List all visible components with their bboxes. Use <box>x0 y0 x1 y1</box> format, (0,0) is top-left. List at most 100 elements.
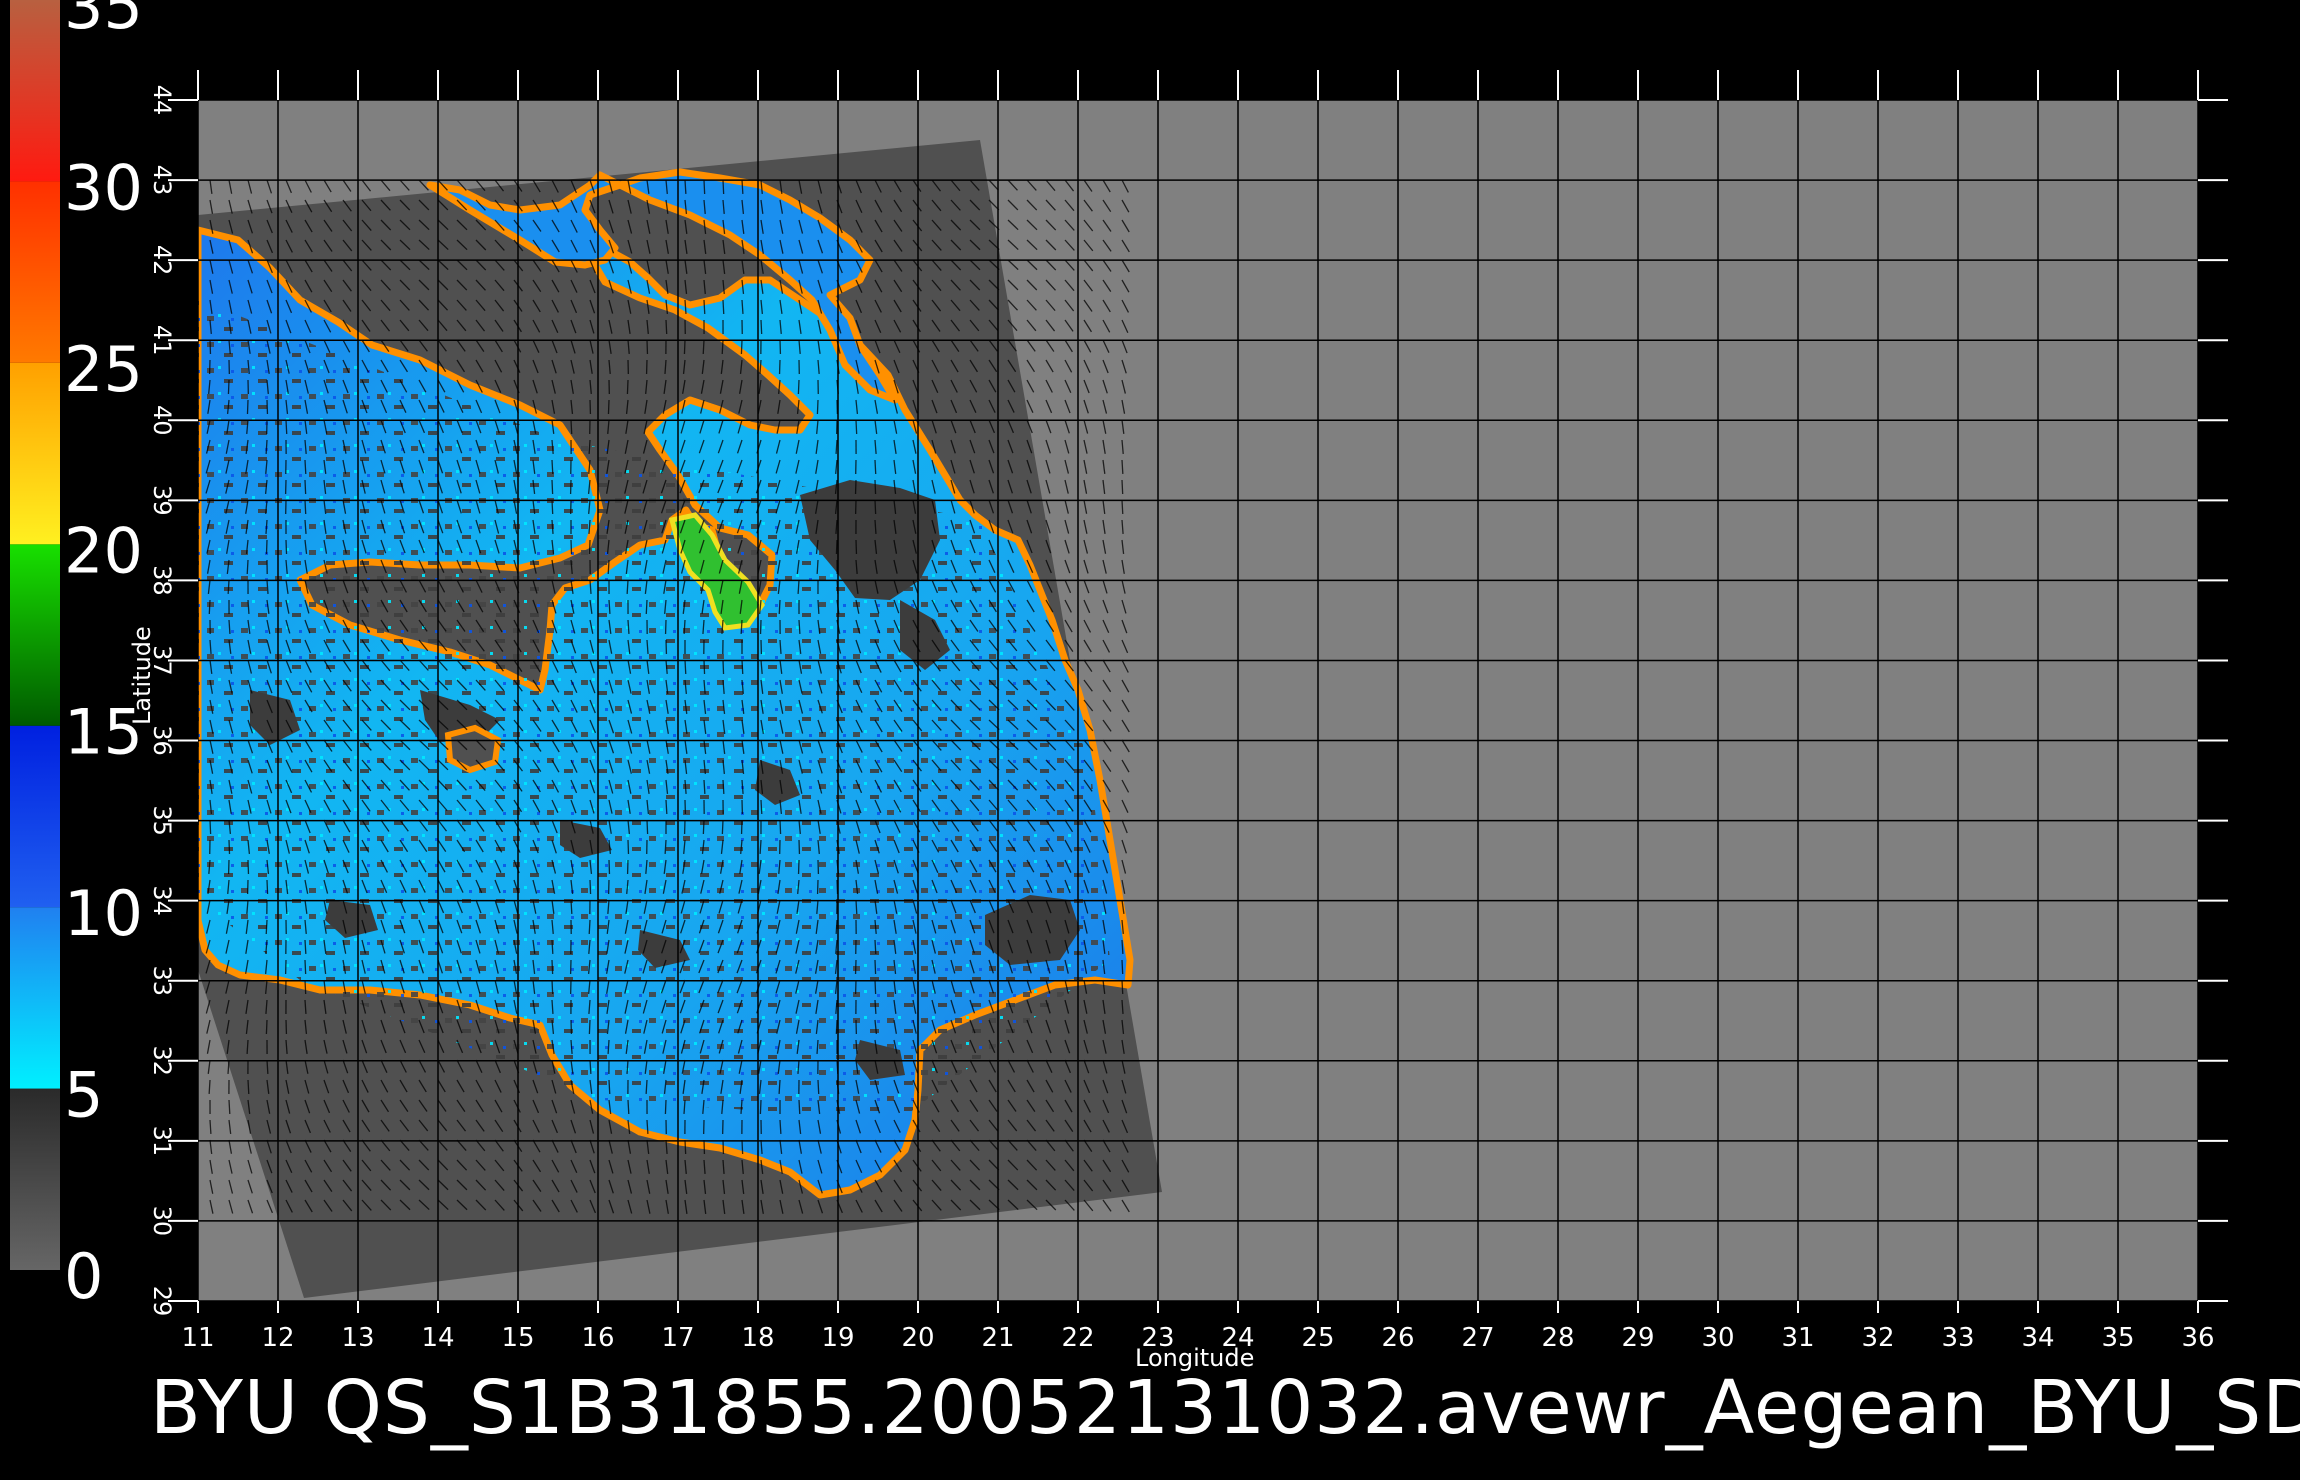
x-tick-label: 15 <box>501 1323 534 1353</box>
wind-vector <box>683 619 686 635</box>
y-tick-label: 29 <box>148 1286 176 1317</box>
wind-vector <box>265 439 268 455</box>
x-tick-label: 13 <box>341 1323 374 1353</box>
wind-vector <box>208 599 211 615</box>
colorbar-band <box>10 544 60 726</box>
wind-vector <box>266 1059 269 1075</box>
x-tick-label: 35 <box>2101 1323 2134 1353</box>
wind-vector <box>835 1019 838 1035</box>
wind-vector <box>664 1099 667 1115</box>
wind-vector <box>551 959 554 975</box>
wind-vector <box>570 419 573 435</box>
wind-vector <box>759 1099 762 1115</box>
wind-vector <box>551 499 554 515</box>
colorbar-label: 0 <box>64 1240 103 1313</box>
x-tick-label: 19 <box>821 1323 854 1353</box>
wind-vector <box>285 419 288 435</box>
map-figure: 35302520151050 11 12 13 14 15 16 17 18 1… <box>10 0 2228 1353</box>
y-tick-label: 31 <box>148 1126 176 1157</box>
wind-vector <box>664 839 667 855</box>
wind-vector <box>265 1019 268 1035</box>
wind-vector <box>779 819 782 835</box>
wind-vector <box>721 339 724 355</box>
x-tick-label: 32 <box>1861 1323 1894 1353</box>
wind-vector <box>1121 459 1124 475</box>
y-tick-label: 42 <box>148 245 176 276</box>
wind-vector <box>797 379 800 395</box>
wind-vector <box>646 819 649 835</box>
wind-vector <box>760 319 763 335</box>
x-tick-label: 29 <box>1621 1323 1654 1353</box>
wind-vector <box>551 979 554 995</box>
y-tick-label: 36 <box>148 725 176 756</box>
wind-vector <box>760 799 763 815</box>
wind-vector <box>588 1019 591 1035</box>
wind-vector <box>702 339 705 355</box>
colorbar-band <box>10 907 60 1089</box>
wind-vector <box>570 539 573 555</box>
wind-vector <box>645 1079 648 1095</box>
wind-vector <box>740 339 743 355</box>
y-tick-label: 35 <box>148 805 176 836</box>
wind-vector <box>874 939 877 955</box>
wind-vector <box>798 1099 801 1115</box>
colorbar-label: 5 <box>64 1059 103 1132</box>
wind-vector <box>665 799 668 815</box>
colorbar-band <box>10 181 60 363</box>
colorbar-label: 25 <box>64 333 143 406</box>
wind-vector <box>759 839 762 855</box>
wind-vector <box>722 299 725 315</box>
wind-vector <box>816 399 819 415</box>
wind-vector <box>874 479 877 495</box>
wind-vector <box>797 579 800 595</box>
wind-vector <box>740 619 743 635</box>
wind-vector <box>874 999 877 1015</box>
wind-vector <box>722 659 725 675</box>
wind-vector <box>741 659 744 675</box>
wind-vector <box>589 879 592 895</box>
wind-vector <box>684 179 687 195</box>
wind-vector <box>304 479 307 495</box>
colorbar-band <box>10 362 60 545</box>
figure-title: BYU QS_S1B31855.20052131032.avewr_Aegean… <box>150 1365 2300 1451</box>
x-tick-label: 31 <box>1781 1323 1814 1353</box>
y-axis-label: Latitude <box>128 626 156 725</box>
wind-vector <box>588 919 591 935</box>
x-tick-label: 34 <box>2021 1323 2054 1353</box>
wind-vector <box>721 819 724 835</box>
wind-vector <box>304 459 307 475</box>
wind-vector <box>817 1079 820 1095</box>
wind-vector <box>874 459 877 475</box>
wind-vector <box>684 659 687 675</box>
wind-vector <box>874 959 877 975</box>
wind-vector <box>741 179 744 195</box>
wind-vector <box>855 419 858 435</box>
wind-vector <box>703 779 706 795</box>
wind-vector <box>608 1079 611 1095</box>
wind-vector <box>246 399 249 415</box>
x-tick-label: 16 <box>581 1323 614 1353</box>
wind-vector <box>703 659 706 675</box>
y-tick-label: 41 <box>148 325 176 356</box>
colorbar-label: 10 <box>64 877 143 950</box>
wind-vector <box>589 1059 592 1075</box>
x-tick-label: 26 <box>1381 1323 1414 1353</box>
wind-vector <box>607 559 610 575</box>
wind-vector <box>1121 959 1124 975</box>
x-tick-label: 27 <box>1461 1323 1494 1353</box>
y-tick-label: 39 <box>148 485 176 516</box>
wind-vector <box>285 539 288 555</box>
wind-vector <box>209 1119 212 1135</box>
wind-vector <box>265 919 268 935</box>
wind-vector <box>246 559 249 575</box>
y-tick-label: 44 <box>148 85 176 116</box>
wind-vector <box>684 1139 687 1155</box>
wind-vector <box>304 939 307 955</box>
wind-vector <box>266 879 269 895</box>
y-tick-label: 38 <box>148 565 176 596</box>
wind-vector <box>227 579 230 595</box>
wind-vector <box>835 539 838 555</box>
y-tick-label: 30 <box>148 1206 176 1237</box>
wind-vector <box>778 1079 781 1095</box>
wind-vector <box>702 819 705 835</box>
